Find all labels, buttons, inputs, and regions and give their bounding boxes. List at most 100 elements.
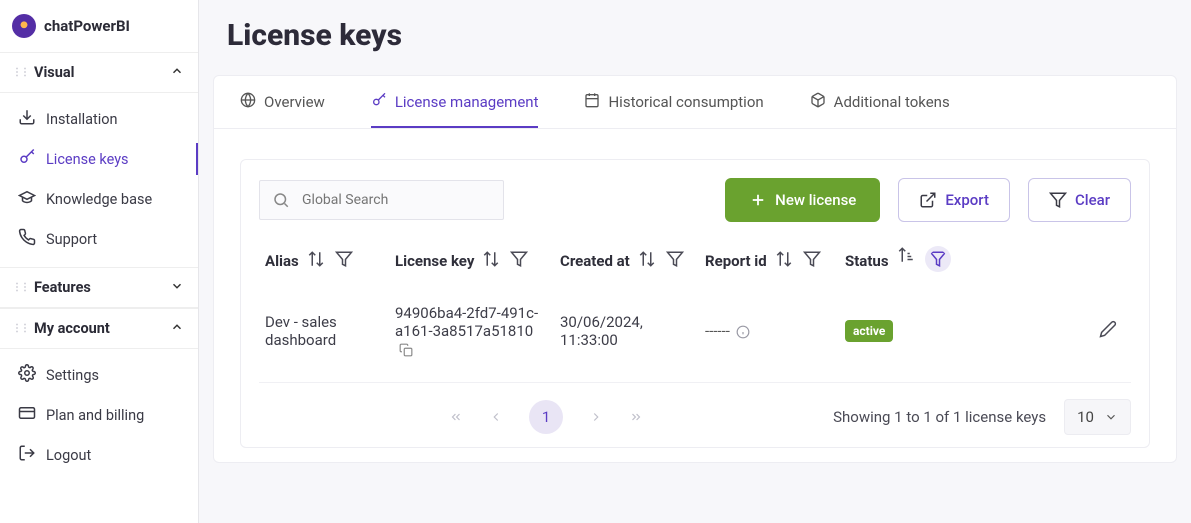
tab-label: Historical consumption <box>608 93 763 111</box>
gear-icon <box>18 364 36 386</box>
search-input[interactable] <box>302 192 491 208</box>
license-table: Alias License key Created at Report id Statu… <box>259 236 1131 378</box>
sidebar-item-label: Settings <box>46 367 99 384</box>
brand-name: chatPowerBI <box>44 17 130 35</box>
sidebar-item-settings[interactable]: Settings <box>0 355 198 395</box>
sidebar-item-support[interactable]: Support <box>0 219 198 259</box>
pager-right: Showing 1 to 1 of 1 license keys 10 <box>833 399 1131 435</box>
sort-icon[interactable] <box>482 250 500 272</box>
col-label: License key <box>395 252 474 270</box>
prev-page-icon[interactable] <box>489 410 503 424</box>
cell-created-at: 30/06/2024, 11:33:00 <box>554 290 699 378</box>
col-label: Created at <box>560 252 630 270</box>
tab-panel: New license Export Clear Alias License ke… <box>214 129 1176 462</box>
sort-icon[interactable] <box>897 246 915 276</box>
tabs: Overview License management Historical con… <box>214 76 1176 129</box>
sidebar-item-plan-billing[interactable]: Plan and billing <box>0 395 198 435</box>
calendar-icon <box>584 92 600 112</box>
section-features[interactable]: ⋮⋮Features <box>0 267 198 308</box>
section-my-account[interactable]: ⋮⋮My account <box>0 308 198 349</box>
cell-license-key: 94906ba4-2fd7-491c-a161-3a8517a51810 <box>389 290 554 378</box>
tab-label: Overview <box>264 93 325 111</box>
tab-additional-tokens[interactable]: Additional tokens <box>810 76 950 128</box>
cell-report-id: ------ <box>699 290 839 378</box>
sidebar-item-label: Support <box>46 231 97 248</box>
info-icon[interactable] <box>730 322 750 340</box>
logout-icon <box>18 444 36 466</box>
key-icon <box>18 148 36 170</box>
card-icon <box>18 404 36 426</box>
toolbar: New license Export Clear <box>259 178 1131 222</box>
export-button[interactable]: Export <box>898 178 1010 222</box>
phone-icon <box>18 228 36 250</box>
new-license-button[interactable]: New license <box>725 178 880 222</box>
plus-icon <box>749 191 767 209</box>
download-icon <box>18 108 36 130</box>
main-content: License keys Overview License management H… <box>199 0 1191 523</box>
sidebar-item-label: Knowledge base <box>46 191 152 208</box>
chevron-down-icon <box>1104 410 1118 424</box>
sort-icon[interactable] <box>638 250 656 272</box>
filter-icon[interactable] <box>925 246 951 276</box>
first-page-icon[interactable] <box>449 410 463 424</box>
sidebar-item-label: Plan and billing <box>46 407 144 424</box>
clear-label: Clear <box>1075 191 1110 209</box>
tabs-card: Overview License management Historical con… <box>213 75 1177 463</box>
sidebar: chatPowerBI ⋮⋮Visual Installation License … <box>0 0 199 523</box>
globe-icon <box>240 92 256 112</box>
chevron-up-icon <box>170 319 184 338</box>
search-icon <box>272 191 290 209</box>
next-page-icon[interactable] <box>589 410 603 424</box>
tab-label: Additional tokens <box>834 93 950 111</box>
sidebar-item-logout[interactable]: Logout <box>0 435 198 475</box>
sidebar-item-license-keys[interactable]: License keys <box>0 139 198 179</box>
sidebar-item-knowledge-base[interactable]: Knowledge base <box>0 179 198 219</box>
col-label: Report id <box>705 252 767 270</box>
table-row: Dev - sales dashboard94906ba4-2fd7-491c-… <box>259 290 1131 378</box>
page-size-select[interactable]: 10 <box>1064 399 1131 435</box>
section-visual[interactable]: ⋮⋮Visual <box>0 52 198 93</box>
sidebar-item-label: License keys <box>46 151 129 168</box>
filter-icon[interactable] <box>510 250 528 272</box>
tab-overview[interactable]: Overview <box>240 76 325 128</box>
col-report-id: Report id <box>699 236 839 290</box>
status-badge: active <box>845 320 893 342</box>
col-status: Status <box>839 236 959 290</box>
license-table-card: New license Export Clear Alias License ke… <box>240 159 1150 448</box>
export-icon <box>919 191 937 209</box>
col-label: Alias <box>265 252 299 270</box>
chevron-up-icon <box>170 63 184 82</box>
col-license-key: License key <box>389 236 554 290</box>
pager-nav: 1 <box>449 400 643 434</box>
sort-icon[interactable] <box>775 250 793 272</box>
chevron-down-icon <box>170 278 184 297</box>
cube-icon <box>810 92 826 112</box>
edit-icon[interactable] <box>1099 324 1117 342</box>
page-size-value: 10 <box>1077 408 1094 426</box>
filter-icon[interactable] <box>335 250 353 272</box>
sidebar-header: chatPowerBI <box>0 0 198 52</box>
copy-icon[interactable] <box>395 340 413 358</box>
sidebar-item-label: Installation <box>46 111 118 128</box>
col-label: Status <box>845 252 889 270</box>
col-created-at: Created at <box>554 236 699 290</box>
global-search[interactable] <box>259 180 504 220</box>
clear-button[interactable]: Clear <box>1028 178 1131 222</box>
filter-icon[interactable] <box>666 250 684 272</box>
sidebar-item-installation[interactable]: Installation <box>0 99 198 139</box>
cell-alias: Dev - sales dashboard <box>259 290 389 378</box>
last-page-icon[interactable] <box>629 410 643 424</box>
current-page[interactable]: 1 <box>529 400 563 434</box>
tab-license-management[interactable]: License management <box>371 76 539 128</box>
tab-historical-consumption[interactable]: Historical consumption <box>584 76 763 128</box>
key-icon <box>371 92 387 112</box>
pager: 1 Showing 1 to 1 of 1 license keys 10 <box>259 382 1131 435</box>
filter-icon[interactable] <box>803 250 821 272</box>
col-actions <box>959 236 1131 290</box>
pager-info: Showing 1 to 1 of 1 license keys <box>833 408 1046 426</box>
sort-icon[interactable] <box>307 250 325 272</box>
grad-icon <box>18 188 36 210</box>
tab-label: License management <box>395 93 539 111</box>
page-title: License keys <box>199 0 1191 75</box>
col-alias: Alias <box>259 236 389 290</box>
